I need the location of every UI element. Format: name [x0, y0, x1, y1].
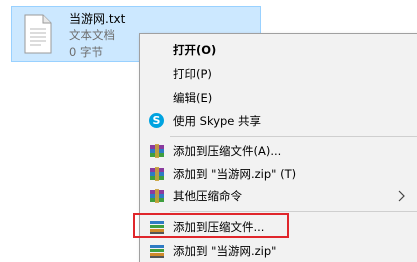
menu-item-print[interactable]: 打印(P) [140, 62, 417, 86]
text-file-icon [24, 14, 52, 54]
menu-item-add-to-zip[interactable]: 添加到 "当游网.zip" (T) [140, 162, 417, 186]
file-size: 0 字节 [69, 45, 103, 59]
menu-item-label: 使用 Skype 共享 [173, 114, 262, 128]
file-type: 文本文档 [69, 28, 115, 42]
winrar-icon [150, 144, 164, 158]
menu-item-label: 添加到压缩文件(A)... [173, 144, 282, 158]
winrar-icon [150, 189, 164, 203]
menu-separator [170, 136, 417, 137]
skype-icon: S [149, 113, 164, 128]
menu-item-label: 编辑(E) [173, 91, 213, 105]
file-name: 当游网.txt [69, 12, 126, 26]
winrar-icon [150, 167, 164, 181]
menu-item-label: 其他压缩命令 [173, 189, 242, 203]
menu-item-edit[interactable]: 编辑(E) [140, 86, 417, 110]
desktop-explorer-view: 当游网.txt 文本文档 0 字节 打开(O) 打印(P) 编辑(E) S 使用… [0, 0, 417, 262]
menu-item-add-to-archive[interactable]: 添加到压缩文件(A)... [140, 139, 417, 163]
highlight-annotation-box [133, 213, 289, 238]
chevron-right-icon [398, 190, 405, 202]
menu-item-other-compress-commands[interactable]: 其他压缩命令 [140, 184, 417, 208]
menu-item-label: 添加到 "当游网.zip" [173, 244, 277, 258]
menu-item-label: 打开(O) [173, 43, 217, 57]
menu-item-label: 打印(P) [173, 67, 212, 81]
menu-separator [170, 211, 417, 212]
menu-item-open[interactable]: 打开(O) [140, 38, 417, 62]
archive-stack-icon [150, 245, 164, 258]
menu-item-share-skype[interactable]: S 使用 Skype 共享 [140, 109, 417, 133]
menu-item-label: 添加到 "当游网.zip" (T) [173, 167, 297, 181]
menu-item-add-to-zip-file[interactable]: 添加到 "当游网.zip" [140, 239, 417, 262]
